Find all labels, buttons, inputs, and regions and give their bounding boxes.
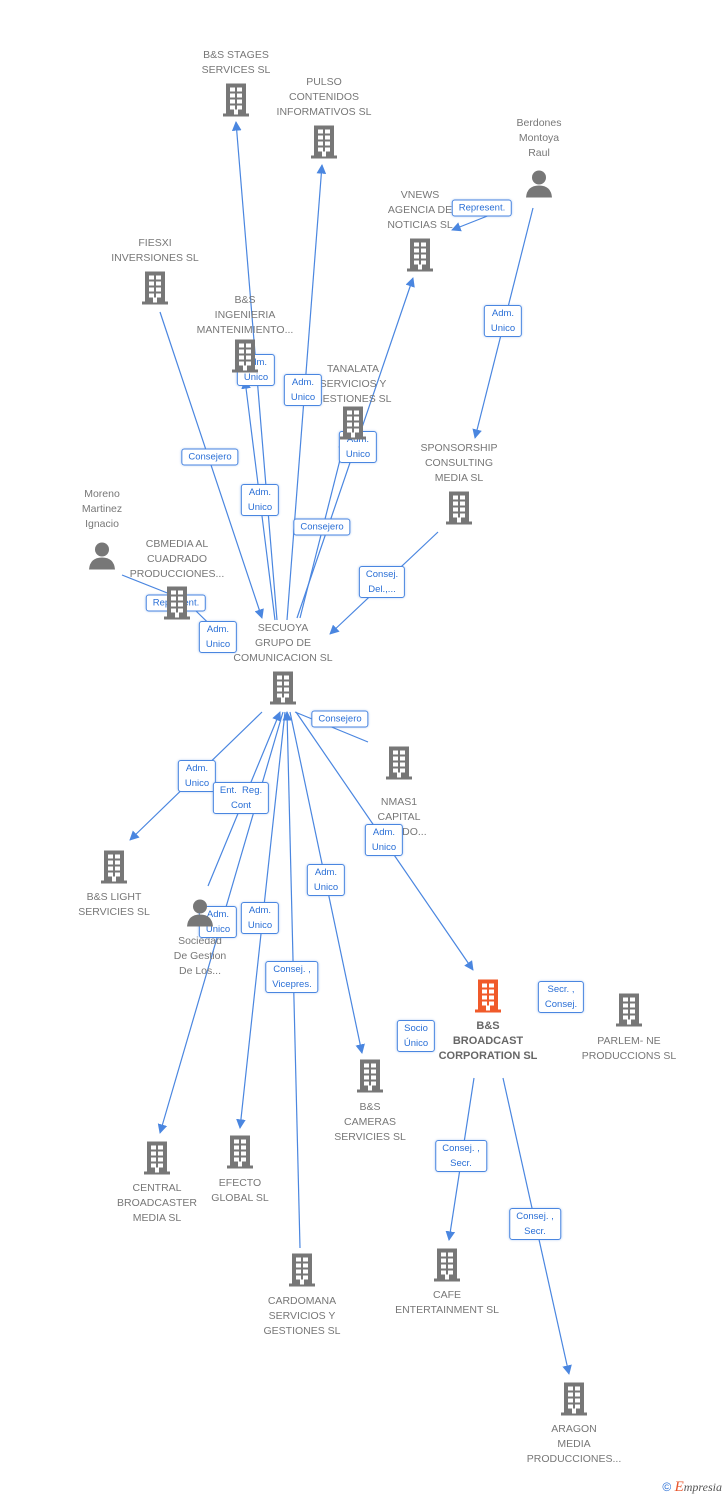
node-label-tanalata[interactable]: TANALATA SERVICIOS Y GESTIONES SL [314,362,391,407]
building-icon[interactable] [162,586,192,625]
node-label-sponsorship[interactable]: SPONSORSHIP CONSULTING MEDIA SL [420,441,497,486]
person-icon[interactable] [87,541,117,576]
building-icon[interactable] [99,850,129,889]
node-label-moreno[interactable]: Moreno Martinez Ignacio [82,487,122,532]
person-icon[interactable] [185,898,215,933]
node-label-cardomana[interactable]: CARDOMANA SERVICIOS Y GESTIONES SL [263,1294,340,1339]
node-label-cbmedia[interactable]: CBMEDIA AL CUADRADO PRODUCCIONES... [130,537,225,582]
edge-layer [121,121,572,1375]
edge-label[interactable]: Consejero [293,518,351,536]
node-label-vnews[interactable]: VNEWS AGENCIA DE NOTICIAS SL [387,188,452,233]
building-icon[interactable] [287,1253,317,1292]
building-icon[interactable] [432,1248,462,1287]
building-icon[interactable] [614,993,644,1032]
edge-label[interactable]: Consejero [311,710,369,728]
edge-label[interactable]: Ent. Reg. Cont [212,782,270,814]
node-label-fiesxi[interactable]: FIESXI INVERSIONES SL [111,236,199,266]
node-label-parlem[interactable]: PARLEM- NE PRODUCCIONS SL [582,1034,677,1064]
edge-label[interactable]: Adm. Unico [177,760,217,792]
building-icon[interactable] [142,1141,172,1180]
edge-label[interactable]: Adm. Unico [283,374,323,406]
edge-label[interactable]: Consej. , Vicepres. [265,961,319,993]
node-label-secuoya[interactable]: SECUOYA GRUPO DE COMUNICACION SL [233,621,332,666]
node-label-efecto[interactable]: EFECTO GLOBAL SL [211,1176,268,1206]
building-icon[interactable] [559,1382,589,1421]
node-label-aragon[interactable]: ARAGON MEDIA PRODUCCIONES... [527,1422,622,1467]
node-label-bs_ingenieria[interactable]: B&S INGENIERIA MANTENIMIENTO... [197,293,294,338]
brand-initial: E [674,1479,684,1495]
edge-label[interactable]: Adm. Unico [240,484,280,516]
building-icon[interactable] [309,125,339,164]
edge-label[interactable]: Consejero [181,448,239,466]
building-icon[interactable] [225,1135,255,1174]
node-label-pulso[interactable]: PULSO CONTENIDOS INFORMATIVOS SL [277,75,372,120]
building-icon[interactable] [230,339,260,378]
node-label-bs_cameras[interactable]: B&S CAMERAS SERVICIES SL [334,1100,406,1145]
edge-label[interactable]: Consej. , Secr. [435,1140,487,1172]
node-label-bs_light[interactable]: B&S LIGHT SERVICIES SL [78,890,150,920]
edge-label[interactable]: Represent. [451,199,513,217]
copyright-symbol: © [662,1480,672,1494]
edge-label[interactable]: Adm. Unico [364,824,404,856]
building-icon[interactable] [444,491,474,530]
building-icon[interactable] [405,238,435,277]
building-icon[interactable] [140,271,170,310]
node-label-bs_broadcast[interactable]: B&S BROADCAST CORPORATION SL [439,1019,538,1064]
edge-label[interactable]: Adm. Unico [240,902,280,934]
node-label-berdones[interactable]: Berdones Montoya Raul [517,116,562,161]
edge-label[interactable]: Adm. Unico [306,864,346,896]
building-icon[interactable] [355,1059,385,1098]
building-icon[interactable] [473,979,503,1018]
edge-label[interactable]: Socio Único [396,1020,436,1052]
edge-label[interactable]: Consej. Del.,... [358,566,406,598]
network-diagram: B&S STAGES SERVICES SL PULSO CONTENIDOS I… [0,0,728,1500]
edge-label[interactable]: Adm. Unico [198,621,238,653]
edge-berdones-vnews [451,214,491,232]
brand-name: mpresia [683,1480,722,1494]
node-label-cafe[interactable]: CAFE ENTERTAINMENT SL [395,1288,499,1318]
edge-label[interactable]: Secr. , Consej. [537,981,585,1013]
person-icon[interactable] [524,169,554,204]
edge-label[interactable]: Adm. Unico [483,305,523,337]
node-label-bs_stages[interactable]: B&S STAGES SERVICES SL [202,48,271,78]
edge-label[interactable]: Consej. , Secr. [509,1208,561,1240]
building-icon[interactable] [338,406,368,445]
building-icon[interactable] [384,746,414,785]
building-icon[interactable] [268,671,298,710]
building-icon[interactable] [221,83,251,122]
empresia-logo: © Empresia [662,1479,722,1496]
node-label-central[interactable]: CENTRAL BROADCASTER MEDIA SL [117,1181,197,1226]
node-label-sociedad[interactable]: Sociedad De Gestion De Los... [174,934,227,979]
